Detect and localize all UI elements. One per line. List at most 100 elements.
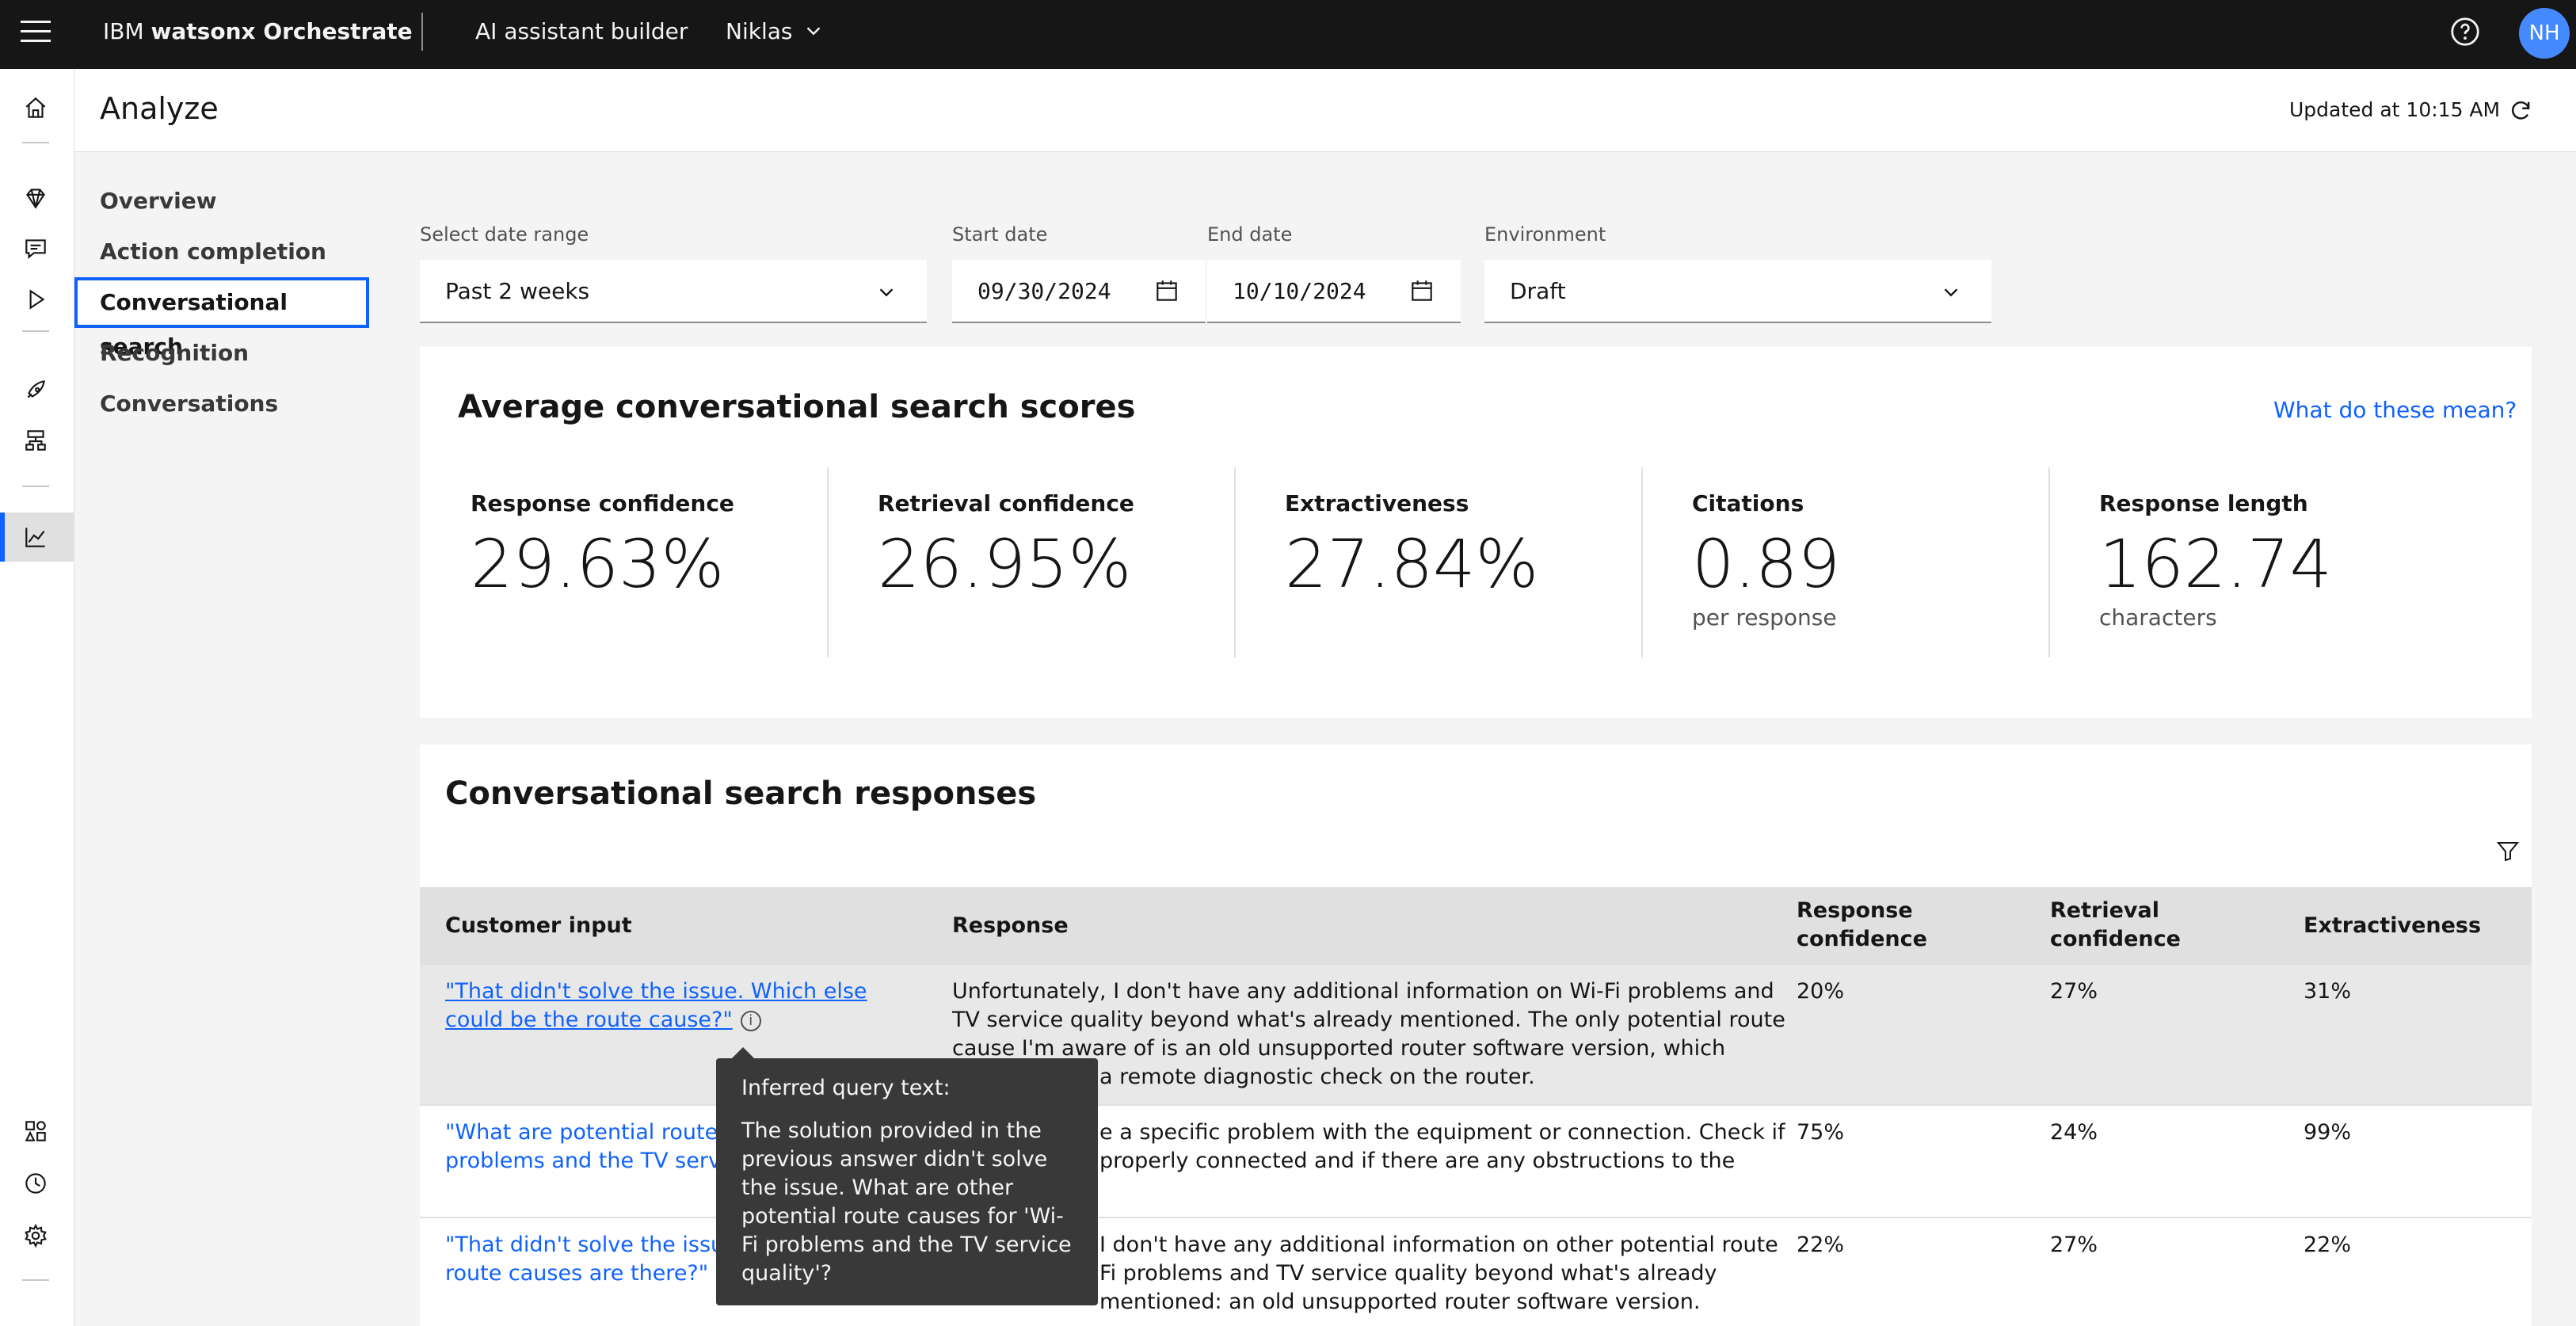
score-unit: characters: [2099, 604, 2217, 631]
responses-title: Conversational search responses: [445, 775, 1037, 812]
refresh-icon[interactable]: [2506, 96, 2535, 124]
response-line: Fi problems and TV service quality beyon…: [1099, 1261, 1717, 1286]
score-label: Retrieval confidence: [878, 490, 1134, 516]
avatar[interactable]: NH: [2519, 8, 2570, 59]
scores-title: Average conversational search scores: [458, 389, 1136, 425]
header-line: Retrieval: [2050, 898, 2159, 923]
header-line: confidence: [1797, 927, 1927, 951]
what-do-these-mean-link[interactable]: What do these mean?: [2273, 396, 2517, 425]
input-line: "What are potential route c: [445, 1120, 737, 1145]
header-divider: [421, 13, 423, 51]
score-unit: per response: [1692, 604, 1837, 631]
chevron-down-icon: [879, 288, 894, 297]
response-line: properly connected and if there are any …: [1099, 1149, 1736, 1173]
score-value: 162.74: [2099, 525, 2332, 603]
calendar-icon[interactable]: [1408, 277, 1435, 304]
rail-divider: [22, 142, 49, 143]
page-header: Analyze Updated at 10:15 AM: [74, 69, 2576, 152]
table-header: Customer input Response Response confide…: [420, 887, 2532, 965]
column-header-retrieval-confidence[interactable]: Retrieval confidence: [2050, 897, 2181, 954]
response-line: I don't have any additional information …: [1099, 1233, 1778, 1257]
response-confidence-value: 22%: [1797, 1233, 1845, 1257]
extractiveness-value: 99%: [2304, 1120, 2352, 1145]
rocket-icon[interactable]: [17, 372, 54, 408]
input-line: "That didn't solve the issue: [445, 1233, 737, 1257]
start-date-value: 09/30/2024: [977, 278, 1111, 304]
play-icon[interactable]: [17, 281, 54, 318]
average-scores-card: Average conversational search scores Wha…: [420, 347, 2532, 718]
tooltip-body: The solution provided in the previous an…: [741, 1118, 1072, 1286]
environment-select[interactable]: Draft: [1484, 260, 1991, 323]
rail-divider: [22, 330, 49, 332]
retrieval-confidence-value: 27%: [2050, 1233, 2098, 1257]
calendar-icon[interactable]: [1153, 277, 1180, 304]
column-header-extractiveness[interactable]: Extractiveness: [2304, 912, 2481, 940]
input-line: could be the route cause?": [445, 1008, 733, 1032]
score-tile-extractiveness: Extractiveness 27.84%: [1234, 467, 1641, 657]
subnav-item-action-completion[interactable]: Action completion: [74, 227, 369, 277]
subnav-item-conversational-search[interactable]: Conversational search: [74, 277, 369, 360]
start-date-input[interactable]: 09/30/2024: [952, 260, 1206, 323]
input-line: "That didn't solve the issue. Which else: [445, 979, 867, 1004]
score-value: 27.84%: [1285, 525, 1539, 603]
menu-icon[interactable]: [21, 21, 51, 46]
customer-input-link[interactable]: "That didn't solve the issue route cause…: [445, 1231, 737, 1288]
score-value: 26.95%: [878, 525, 1132, 603]
start-date-label: Start date: [952, 223, 1048, 246]
chevron-down-icon[interactable]: [802, 19, 825, 43]
end-date-value: 10/10/2024: [1233, 278, 1366, 304]
score-tile-retrieval-confidence: Retrieval confidence 26.95%: [827, 467, 1234, 657]
environment-value: Draft: [1510, 278, 1566, 304]
left-rail: [0, 69, 74, 1326]
top-bar: IBM watsonx Orchestrate AI assistant bui…: [0, 0, 2576, 69]
environment-label: Environment: [1484, 223, 1606, 246]
chat-icon[interactable]: [17, 231, 54, 267]
end-date-input[interactable]: 10/10/2024: [1207, 260, 1461, 323]
score-value: 0.89: [1692, 525, 1841, 603]
analytics-icon[interactable]: [17, 519, 54, 555]
subnav-item-overview[interactable]: Overview: [74, 176, 369, 227]
chevron-down-icon: [1944, 288, 1958, 297]
column-header-response[interactable]: Response: [952, 912, 1069, 940]
score-label: Response confidence: [471, 490, 734, 516]
history-icon[interactable]: [17, 1165, 54, 1202]
filter-icon[interactable]: [2495, 838, 2521, 863]
date-range-select[interactable]: Past 2 weeks: [420, 260, 927, 323]
settings-icon[interactable]: [17, 1217, 54, 1254]
score-tile-citations: Citations 0.89 per response: [1641, 467, 2048, 657]
tile-divider: [1234, 467, 1236, 657]
score-value: 29.63%: [471, 525, 725, 603]
subnav-item-recognition[interactable]: Recognition: [74, 328, 369, 379]
end-date-label: End date: [1207, 223, 1293, 246]
extractiveness-value: 22%: [2304, 1233, 2352, 1257]
instance-switcher[interactable]: Niklas: [726, 17, 792, 46]
tile-divider: [1641, 467, 1643, 657]
subnav-item-conversations[interactable]: Conversations: [74, 379, 369, 429]
rail-divider: [22, 1279, 49, 1281]
response-line: Unfortunately, I don't have any addition…: [952, 979, 1774, 1004]
response-line: mentioned: an old unsupported router sof…: [1099, 1290, 1701, 1314]
customer-input-link[interactable]: "That didn't solve the issue. Which else…: [445, 977, 867, 1035]
brand-name[interactable]: IBM watsonx Orchestrate: [103, 17, 413, 46]
help-icon[interactable]: [2449, 16, 2481, 48]
integrations-icon[interactable]: [17, 1113, 54, 1149]
score-tile-response-confidence: Response confidence 29.63%: [420, 467, 827, 657]
score-label: Extractiveness: [1285, 490, 1469, 516]
builder-link[interactable]: AI assistant builder: [475, 17, 688, 46]
info-icon[interactable]: i: [740, 1010, 761, 1031]
diamond-icon[interactable]: [17, 180, 54, 216]
analyze-subnav: Overview Action completion Conversationa…: [74, 176, 369, 429]
column-header-customer-input[interactable]: Customer input: [445, 912, 632, 940]
tooltip-title: Inferred query text:: [741, 1076, 951, 1100]
column-header-response-confidence[interactable]: Response confidence: [1797, 897, 1927, 954]
response-line: e a specific problem with the equipment …: [1099, 1120, 1785, 1145]
home-icon[interactable]: [17, 90, 54, 126]
header-line: confidence: [2050, 927, 2181, 951]
rail-divider: [22, 486, 49, 487]
customer-input-link[interactable]: "What are potential route c problems and…: [445, 1118, 738, 1175]
score-label: Citations: [1692, 490, 1804, 516]
score-tile-response-length: Response length 162.74 characters: [2048, 467, 2456, 657]
hierarchy-icon[interactable]: [17, 422, 54, 459]
input-line: problems and the TV servic: [445, 1149, 739, 1173]
last-updated-text: Updated at 10:15 AM: [2289, 98, 2501, 121]
